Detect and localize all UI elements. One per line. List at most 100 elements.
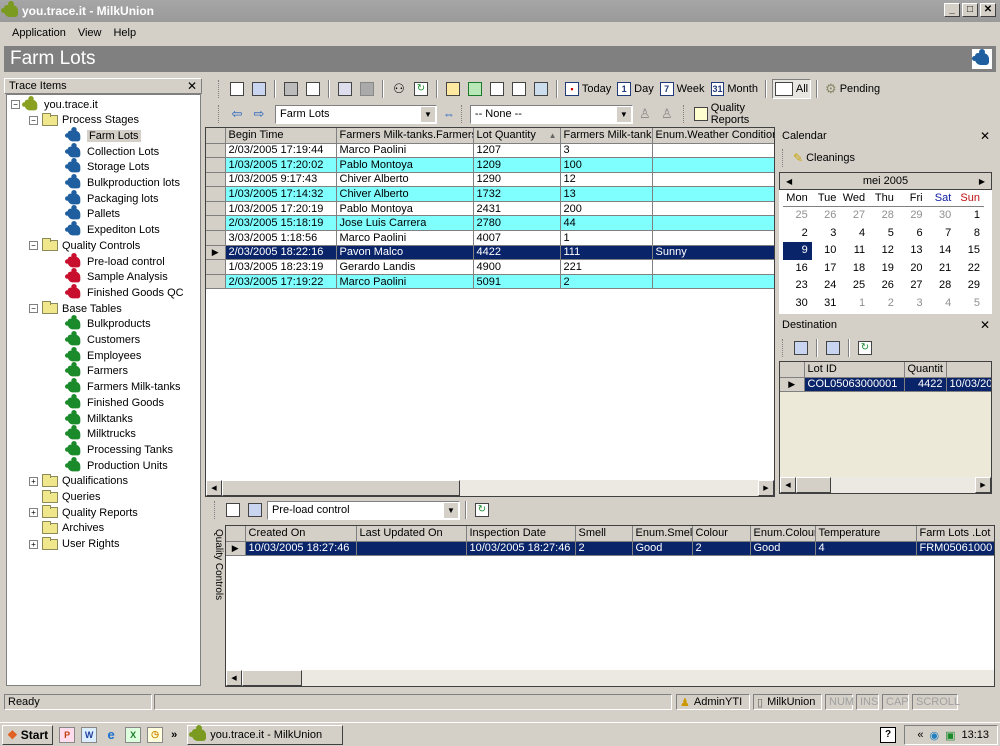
row-header[interactable]	[206, 172, 226, 188]
qc-type-combo[interactable]: Pre-load control ▼	[266, 500, 460, 520]
close-calendar-icon[interactable]: ✕	[980, 129, 990, 143]
tree-item-employees[interactable]: Employees	[64, 346, 141, 363]
tree-group-archives[interactable]: Archives	[29, 520, 104, 536]
qc-edit-button[interactable]	[245, 500, 265, 520]
tree-group-qualifications[interactable]: + Qualifications	[29, 473, 128, 489]
tree-item-bulkproducts[interactable]: Bulkproducts	[64, 315, 151, 332]
table-row[interactable]: 1/03/2005 17:20:02 Pablo Montoya 1209 100	[206, 157, 774, 173]
table-row[interactable]: 1/03/2005 18:23:19 Gerardo Landis 4900 221	[206, 259, 774, 275]
row-header[interactable]	[206, 259, 226, 275]
scroll-thumb[interactable]	[222, 480, 460, 496]
taskbar-app-button[interactable]: you.trace.it - MilkUnion	[187, 724, 344, 745]
tree-item-finished-goods[interactable]: Finished Goods	[64, 393, 164, 410]
row-header[interactable]	[206, 201, 226, 217]
minimize-button[interactable]: _	[944, 3, 960, 17]
tree-item-storage-lots[interactable]: Storage Lots	[64, 158, 149, 175]
collapse-icon[interactable]: −	[29, 115, 38, 125]
calendar-day[interactable]: 11	[840, 242, 869, 260]
calendar-day[interactable]: 2	[869, 295, 898, 313]
calendar-day[interactable]: 5	[955, 295, 984, 313]
row-header[interactable]	[206, 186, 226, 202]
calendar-day[interactable]: 29	[955, 277, 984, 295]
calendar-day[interactable]: 8	[955, 225, 984, 243]
dest-edit-button[interactable]	[791, 338, 811, 358]
tree-item-pallets[interactable]: Pallets	[64, 205, 120, 222]
expand-icon[interactable]: +	[29, 539, 38, 549]
calendar-day[interactable]: 31	[812, 295, 841, 313]
pending-button[interactable]: ⚙ Pending	[823, 79, 882, 99]
tree-group-base-tables[interactable]: − Base Tables	[29, 301, 122, 316]
tree-item-collection-lots[interactable]: Collection Lots	[64, 142, 159, 159]
calendar-day[interactable]: 10	[812, 242, 841, 260]
qc-col-header[interactable]: Enum.Smell	[632, 526, 693, 542]
calendar-day[interactable]: 17	[812, 260, 841, 278]
qc-col-header[interactable]: Created On	[245, 526, 357, 542]
tree-item-milktrucks[interactable]: Milktrucks	[64, 425, 136, 442]
tree-item-pre-load-control[interactable]: Pre-load control	[64, 252, 165, 269]
calendar-day[interactable]: 29	[898, 207, 927, 225]
tree-root[interactable]: − you.trace.it	[11, 95, 98, 112]
table-row[interactable]: 2/03/2005 17:19:22 Marco Paolini 5091 2	[206, 274, 774, 290]
calendar-day[interactable]: 5	[869, 225, 898, 243]
calendar-day[interactable]: 25	[840, 277, 869, 295]
calendar-day[interactable]: 19	[869, 260, 898, 278]
qc-col-header[interactable]: Smell	[575, 526, 633, 542]
qc-refresh-button[interactable]: ↻	[472, 500, 492, 520]
calendar-day[interactable]: 3	[812, 225, 841, 243]
scroll-left-button[interactable]: ◀	[780, 477, 796, 493]
close-button[interactable]: ✕	[980, 3, 996, 17]
table-row[interactable]: 2/03/2005 17:19:44 Marco Paolini 1207 3	[206, 143, 774, 159]
tree-group-quality-controls[interactable]: − Quality Controls	[29, 238, 140, 253]
week-button[interactable]: 7 Week	[658, 79, 707, 99]
scroll-right-button[interactable]: ▶	[975, 477, 991, 493]
quicklaunch-powerpoint-icon[interactable]: P	[59, 726, 76, 743]
tree-item-expediton-lots[interactable]: Expediton Lots	[64, 221, 160, 238]
collapse-icon[interactable]: −	[11, 100, 20, 109]
calendar-day[interactable]: 3	[898, 295, 927, 313]
col-milk-tanks[interactable]: Farmers Milk-tanks	[560, 128, 653, 144]
col-lot-quantity[interactable]: Lot Quantity ▲	[473, 128, 561, 144]
print-button[interactable]	[281, 79, 301, 99]
find-button[interactable]: ⚇	[389, 79, 409, 99]
calendar-day[interactable]: 13	[898, 242, 927, 260]
table-row[interactable]: 1/03/2005 9:17:43 Chiver Alberto 1290 12	[206, 172, 774, 188]
calendar-day[interactable]: 4	[840, 225, 869, 243]
row-pointer-icon[interactable]: ▶	[206, 245, 226, 261]
swap-button[interactable]: ⇔	[439, 104, 459, 124]
quality-reports-button[interactable]: Quality Reports	[692, 102, 788, 126]
table-row[interactable]: 2/03/2005 15:18:19 Jose Luis Carrera 2780 4…	[206, 215, 774, 232]
tree-group-process-stages[interactable]: − Process Stages	[29, 112, 139, 128]
calendar-day-selected[interactable]: 9	[783, 242, 812, 260]
day-button[interactable]: 1 Day	[615, 79, 655, 99]
tray-expand-icon[interactable]: «	[917, 729, 923, 741]
start-button[interactable]: ❖ Start	[2, 724, 54, 745]
calendar-day[interactable]: 21	[927, 260, 956, 278]
award-button-2[interactable]: ♙	[657, 104, 677, 124]
calendar-day[interactable]: 14	[927, 242, 956, 260]
dest-col-lot-id[interactable]: Lot ID	[804, 362, 905, 378]
dest-col-quantity[interactable]: Quantit	[904, 362, 947, 378]
network-button[interactable]	[531, 79, 551, 99]
calendar-day[interactable]: 30	[927, 207, 956, 225]
month-button[interactable]: 31 Month	[709, 79, 760, 99]
today-button[interactable]: ▪ Today	[563, 79, 613, 99]
view-combo[interactable]: Farm Lots ▼	[274, 104, 437, 124]
calendar-day[interactable]: 26	[869, 277, 898, 295]
qc-hscrollbar[interactable]: ◀	[226, 670, 994, 686]
quicklaunch-more-icon[interactable]: »	[171, 729, 177, 741]
tree-item-milktanks[interactable]: Milktanks	[64, 409, 133, 426]
calendar-day[interactable]: 20	[898, 260, 927, 278]
tree-item-farmers-milk-tanks[interactable]: Farmers Milk-tanks	[64, 378, 181, 395]
tree-group-queries[interactable]: Queries	[29, 489, 101, 505]
table-row[interactable]: ▶ 2/03/2005 18:22:16 Pavon Malco 4422 111 Sun…	[206, 245, 774, 261]
calendar-day[interactable]: 7	[927, 225, 956, 243]
calendar-day[interactable]: 30	[783, 295, 812, 313]
collapse-icon[interactable]: −	[29, 241, 38, 251]
export-web-button[interactable]	[443, 79, 463, 99]
calendar-day[interactable]: 16	[783, 260, 812, 278]
calendar-day[interactable]: 24	[812, 277, 841, 295]
print-preview-button[interactable]	[303, 79, 323, 99]
tree-item-bulkproduction-lots[interactable]: Bulkproduction lots	[64, 174, 180, 191]
row-header[interactable]	[206, 143, 226, 159]
export-text-button[interactable]	[487, 79, 507, 99]
